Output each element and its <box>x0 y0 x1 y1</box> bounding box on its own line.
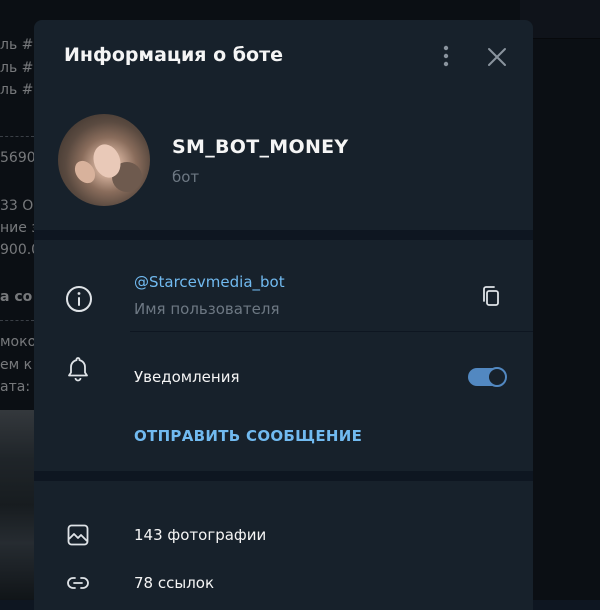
copy-icon <box>483 286 499 306</box>
photos-row[interactable]: 143 фотографии <box>34 515 533 555</box>
section-separator <box>34 471 533 481</box>
section-separator <box>34 230 533 240</box>
username-link[interactable]: @Starcevmedia_bot <box>134 273 285 291</box>
links-count: 78 ссылок <box>134 574 215 592</box>
close-button[interactable] <box>486 46 508 68</box>
notifications-label: Уведомления <box>134 368 240 386</box>
info-icon <box>66 286 92 312</box>
panel-header: Информация о боте <box>34 20 533 92</box>
toggle-knob <box>487 367 507 387</box>
links-row[interactable]: 78 ссылок <box>34 563 533 603</box>
avatar[interactable] <box>58 114 150 206</box>
send-message-button[interactable]: ОТПРАВИТЬ СООБЩЕНИЕ <box>134 427 362 445</box>
notifications-toggle[interactable] <box>468 367 507 387</box>
close-icon <box>488 48 506 66</box>
shared-media-section: 143 фотографии 78 ссылок <box>34 481 533 610</box>
panel-title: Информация о боте <box>64 44 283 66</box>
photo-icon <box>67 524 89 546</box>
bot-subtitle: бот <box>172 168 200 186</box>
info-section: @Starcevmedia_bot Имя пользователя Уведо… <box>34 240 533 471</box>
photos-count: 143 фотографии <box>134 526 267 544</box>
bot-name: SM_BOT_MONEY <box>172 136 349 158</box>
username-caption: Имя пользователя <box>134 300 280 318</box>
copy-username-button[interactable] <box>480 284 504 310</box>
bot-info-panel: Информация о боте SM_BOT_MONEY бот @Star… <box>34 20 533 610</box>
more-vertical-icon <box>443 45 449 67</box>
link-icon <box>67 577 89 589</box>
profile-section: SM_BOT_MONEY бот <box>34 92 533 230</box>
bell-icon <box>68 357 88 382</box>
row-divider <box>130 331 533 332</box>
more-options-button[interactable] <box>438 44 454 68</box>
